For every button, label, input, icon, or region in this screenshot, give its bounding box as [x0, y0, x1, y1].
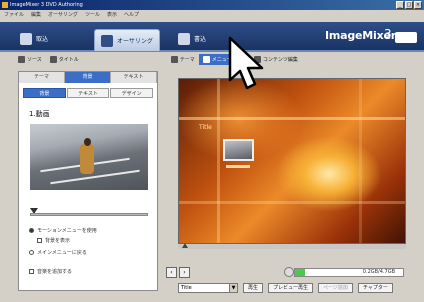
- menu-item-view[interactable]: 表示: [107, 10, 117, 21]
- settings-panel: テーマ 背景 テキスト 背景 テキスト デザイン 1.動画 モーションメニューを…: [18, 71, 158, 291]
- app-icon: [2, 2, 8, 8]
- capacity-text: 0.2GB/4.7GB: [362, 269, 395, 275]
- panel-tabs: テーマ 背景 テキスト: [19, 72, 157, 83]
- preview-scrollbar[interactable]: [178, 243, 406, 249]
- menu-title-text[interactable]: Title: [199, 124, 212, 131]
- theme-button[interactable]: テーマ: [167, 54, 199, 65]
- mode-bar: 取込 オーサリング 書込 ImageMixer 3: [0, 22, 424, 52]
- subtab-text[interactable]: テキスト: [66, 88, 110, 98]
- menu-item-file[interactable]: ファイル: [4, 10, 24, 21]
- option-label: 背景を表示: [45, 238, 71, 244]
- menu-item-help[interactable]: ヘルプ: [124, 10, 139, 21]
- theme-icon: [170, 56, 178, 63]
- burn-icon: [178, 32, 190, 45]
- option-return-main[interactable]: メインメニューに戻る: [29, 249, 87, 256]
- option-label: メインメニューに戻る: [37, 250, 87, 256]
- preview-slider[interactable]: [30, 213, 148, 216]
- source-label: ソース: [27, 57, 42, 63]
- background-preview-image[interactable]: [30, 124, 148, 190]
- minimize-button[interactable]: _: [396, 1, 404, 9]
- mode-tab-label: 書込: [194, 36, 207, 43]
- radio-icon[interactable]: [29, 250, 34, 255]
- nav-next-button[interactable]: ›: [179, 267, 190, 278]
- mouse-cursor-icon: [228, 36, 264, 90]
- checkbox-icon[interactable]: [37, 238, 42, 243]
- radio-icon[interactable]: [29, 228, 34, 233]
- mode-tab-label: 取込: [36, 36, 49, 43]
- tab-text[interactable]: テキスト: [111, 72, 157, 83]
- maximize-button[interactable]: □: [405, 1, 413, 9]
- disc-icon: [284, 267, 294, 277]
- chapter-button[interactable]: チャプター: [357, 283, 393, 293]
- mode-tab-burn[interactable]: 書込: [172, 28, 212, 49]
- tab-background[interactable]: 背景: [65, 72, 111, 83]
- capacity-meter: 0.2GB/4.7GB: [294, 268, 404, 277]
- child-figure: [80, 144, 94, 174]
- import-icon: [20, 32, 32, 45]
- capacity-fill: [295, 269, 305, 276]
- checkbox-icon[interactable]: [29, 269, 34, 274]
- option-label: モーションメニューを使用: [37, 228, 97, 234]
- close-button[interactable]: ×: [414, 1, 422, 9]
- title-button[interactable]: タイトル: [46, 54, 83, 65]
- option-add-music[interactable]: 音楽を追加する: [29, 268, 72, 275]
- subtab-background[interactable]: 背景: [23, 88, 66, 98]
- add-page-button[interactable]: ページ追加: [318, 283, 353, 293]
- title-icon: [49, 56, 57, 63]
- window-controls: _ □ ×: [396, 1, 422, 9]
- nav-prev-button[interactable]: ‹: [166, 267, 177, 278]
- option-label: 音楽を追加する: [37, 269, 73, 275]
- menu-background: [179, 79, 405, 243]
- option-show-background[interactable]: 背景を表示: [37, 237, 70, 244]
- disc-badge-icon: [395, 32, 417, 43]
- brand-version: 3: [384, 27, 392, 41]
- menu-preview[interactable]: Title: [178, 78, 406, 244]
- option-motion-menu[interactable]: モーションメニューを使用: [29, 227, 97, 234]
- mode-tab-authoring[interactable]: オーサリング: [94, 29, 160, 51]
- section-title: 1.動画: [29, 110, 50, 118]
- scroll-marker[interactable]: [182, 243, 188, 248]
- authoring-icon: [101, 34, 113, 47]
- panel-subtabs: 背景 テキスト デザイン: [23, 88, 154, 98]
- content-edit-label: コンテンツ編集: [262, 57, 298, 63]
- preview-play-button[interactable]: プレビュー再生: [268, 283, 314, 293]
- title-select-value: Title: [181, 285, 192, 291]
- subtab-design[interactable]: デザイン: [110, 88, 154, 98]
- menu-icon: [202, 56, 210, 63]
- mode-tab-label: オーサリング: [117, 38, 153, 45]
- window-titlebar: ImageMixer 3 DVD Authoring _ □ ×: [0, 0, 424, 10]
- menu-item-tools[interactable]: ツール: [85, 10, 100, 21]
- play-button[interactable]: 再生: [243, 283, 264, 293]
- chapter-thumbnail[interactable]: [223, 139, 254, 161]
- chevron-down-icon[interactable]: ▼: [229, 284, 237, 292]
- sub-toolbar: ソース タイトル テーマ メニュー コンテンツ編集: [0, 53, 424, 66]
- mode-tab-import[interactable]: 取込: [14, 28, 54, 49]
- window-title: ImageMixer 3 DVD Authoring: [10, 2, 83, 8]
- menubar: ファイル 編集 オーサリング ツール 表示 ヘルプ: [0, 10, 424, 21]
- preview-area: Title: [168, 71, 416, 294]
- menu-item-edit[interactable]: 編集: [31, 10, 41, 21]
- title-label: タイトル: [58, 57, 79, 63]
- theme-label: テーマ: [179, 57, 195, 63]
- thumbnail-caption: [226, 165, 250, 168]
- source-button[interactable]: ソース: [14, 54, 46, 65]
- title-select[interactable]: Title ▼: [178, 283, 238, 293]
- source-icon: [18, 56, 25, 63]
- tab-theme[interactable]: テーマ: [19, 72, 65, 83]
- menu-item-authoring[interactable]: オーサリング: [48, 10, 78, 21]
- bottom-bar: Title ▼ 再生 プレビュー再生 ページ追加 チャプター: [178, 282, 418, 294]
